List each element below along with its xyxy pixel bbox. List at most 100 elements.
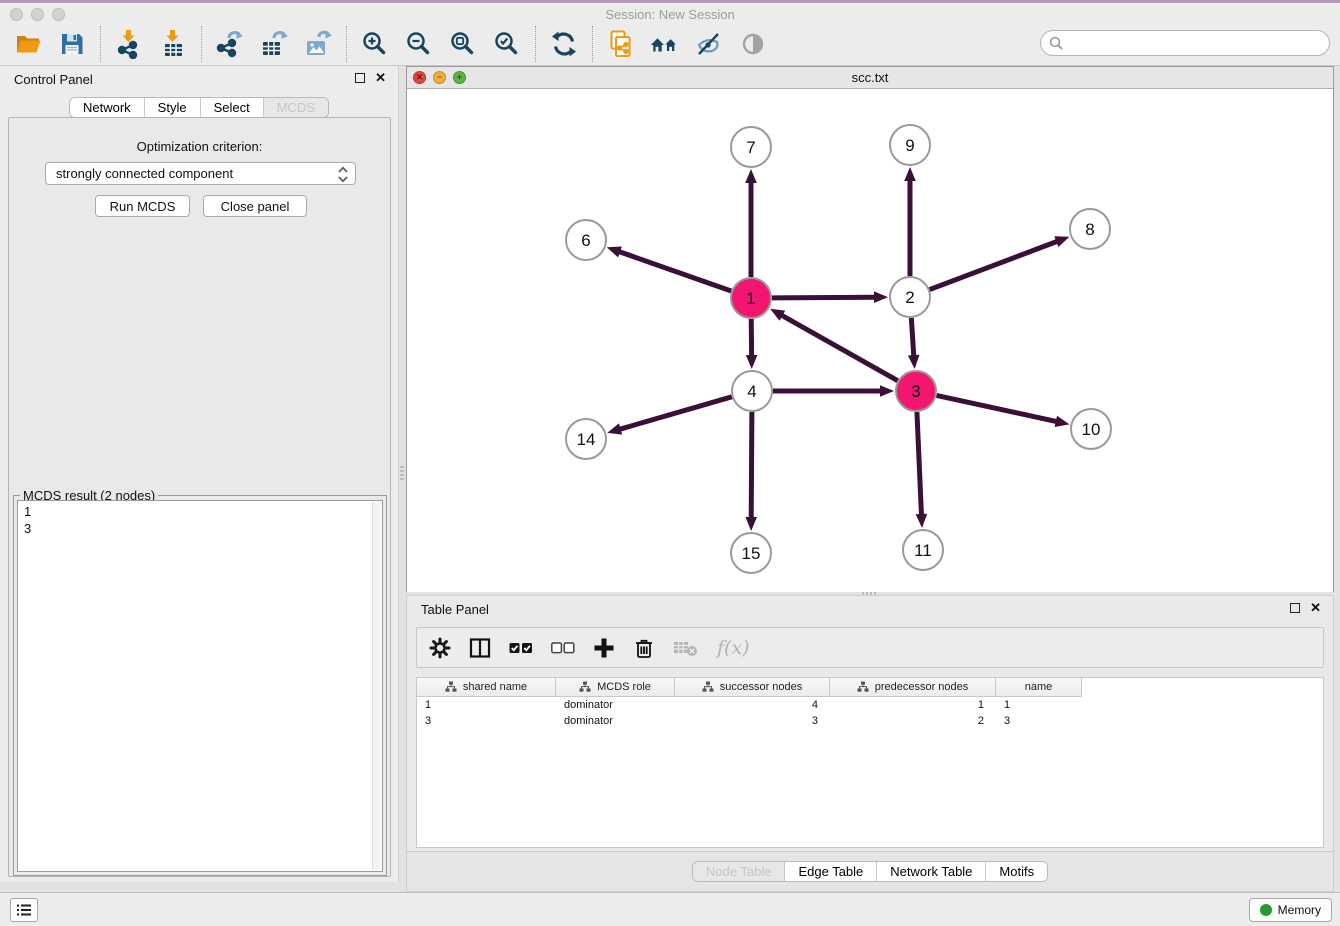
graph-node-11[interactable]: 11 (903, 530, 943, 570)
export-table-icon[interactable] (258, 28, 290, 60)
table-cell[interactable]: dominator (556, 715, 675, 727)
column-header-name[interactable]: name (996, 678, 1082, 697)
graph-node-7[interactable]: 7 (731, 127, 771, 167)
apply-layout-icon[interactable] (548, 28, 580, 60)
zoom-in-icon[interactable] (359, 28, 391, 60)
tab-style[interactable]: Style (145, 98, 201, 117)
graph-edge-1-7[interactable] (745, 169, 757, 277)
graph-edge-1-2[interactable] (772, 291, 888, 303)
zoom-out-icon[interactable] (403, 28, 435, 60)
zoom-fit-icon[interactable] (447, 28, 479, 60)
graph-edge-1-4[interactable] (746, 319, 758, 369)
add-column-icon[interactable] (593, 635, 615, 661)
table-cell[interactable]: dominator (556, 699, 675, 711)
export-image-icon[interactable] (302, 28, 334, 60)
close-panel-button[interactable]: Close panel (203, 195, 307, 217)
graph-edge-2-8[interactable] (930, 236, 1070, 289)
graph-edge-3-11[interactable] (916, 412, 928, 528)
table-cell[interactable]: 1 (830, 699, 996, 711)
deselect-all-icon[interactable] (551, 635, 575, 661)
graph-node-10[interactable]: 10 (1071, 409, 1111, 449)
graph-edge-4-14[interactable] (607, 397, 732, 435)
tab-mcds[interactable]: MCDS (264, 98, 328, 117)
graph-edge-2-9[interactable] (904, 167, 916, 276)
status-bar: Memory (0, 892, 1340, 926)
close-panel-icon[interactable]: ✕ (375, 73, 386, 83)
network-canvas[interactable]: 7 9 6 8 1 2 4 3 14 10 15 11 (407, 89, 1333, 592)
table-cell[interactable]: 1 (996, 699, 1082, 711)
column-header-mcds-role[interactable]: MCDS role (556, 678, 675, 697)
tab-network[interactable]: Network (70, 98, 145, 117)
table-header-row: shared name MCDS role successor nodes prede… (417, 678, 1323, 697)
hide-style-icon[interactable] (693, 28, 725, 60)
import-table-icon[interactable] (157, 28, 189, 60)
graph-edge-4-15[interactable] (745, 412, 757, 531)
tab-motifs[interactable]: Motifs (986, 862, 1047, 881)
graph-node-8[interactable]: 8 (1070, 209, 1110, 249)
tab-select[interactable]: Select (201, 98, 264, 117)
graph-node-9[interactable]: 9 (890, 125, 930, 165)
graph-edge-4-3[interactable] (773, 385, 894, 397)
float-panel-icon[interactable] (1290, 603, 1300, 613)
graph-edge-1-6[interactable] (607, 246, 731, 291)
network-view-window: ✕ − + scc.txt 7 9 6 8 1 2 4 3 14 10 15 11 (406, 66, 1334, 592)
column-header-shared-name[interactable]: shared name (417, 678, 556, 697)
table-cell[interactable]: 1 (417, 699, 556, 711)
network-window-titlebar[interactable]: ✕ − + scc.txt (407, 67, 1333, 89)
graph-node-label: 9 (905, 136, 914, 155)
open-session-icon[interactable] (12, 28, 44, 60)
table-cell[interactable]: 3 (417, 715, 556, 727)
mcds-result-textarea[interactable]: 13 (17, 500, 383, 872)
zoom-selected-icon[interactable] (491, 28, 523, 60)
import-network-icon[interactable] (113, 28, 145, 60)
graph-node-3[interactable]: 3 (896, 371, 936, 411)
graph-node-label: 4 (747, 382, 756, 401)
tab-network-table[interactable]: Network Table (877, 862, 986, 881)
table-cell[interactable]: 3 (996, 715, 1082, 727)
graph-node-1[interactable]: 1 (731, 278, 771, 318)
table-settings-gear-icon[interactable] (429, 635, 451, 661)
close-panel-icon[interactable]: ✕ (1310, 603, 1321, 613)
graph-node-14[interactable]: 14 (566, 419, 606, 459)
function-builder-icon-disabled: f(x) (717, 635, 750, 661)
select-all-icon[interactable] (509, 635, 533, 661)
task-history-button[interactable] (10, 898, 38, 922)
export-network-icon[interactable] (214, 28, 246, 60)
column-header-successor-nodes[interactable]: successor nodes (675, 678, 830, 697)
clone-network-icon[interactable] (605, 28, 637, 60)
table-row[interactable]: 3dominator323 (417, 713, 1323, 729)
graph-edge-3-1[interactable] (770, 309, 898, 381)
column-header-label: MCDS role (597, 681, 651, 693)
memory-button[interactable]: Memory (1249, 898, 1332, 922)
graph-node-2[interactable]: 2 (890, 277, 930, 317)
table-body: 1dominator4113dominator323 (417, 697, 1323, 729)
tab-edge-table[interactable]: Edge Table (785, 862, 877, 881)
show-columns-icon[interactable] (469, 635, 491, 661)
float-panel-icon[interactable] (355, 73, 365, 83)
graph-edge-3-10[interactable] (937, 395, 1070, 427)
graph-node-6[interactable]: 6 (566, 220, 606, 260)
table-cell[interactable]: 3 (675, 715, 830, 727)
graph-node-4[interactable]: 4 (732, 371, 772, 411)
graph-edge-2-3[interactable] (908, 318, 920, 369)
run-mcds-button[interactable]: Run MCDS (95, 195, 190, 217)
column-header-predecessor-nodes[interactable]: predecessor nodes (830, 678, 996, 697)
tab-node-table[interactable]: Node Table (693, 862, 786, 881)
show-networks-icon[interactable] (649, 28, 681, 60)
result-scrollbar[interactable] (372, 502, 381, 870)
vertical-splitter-handle[interactable] (400, 466, 404, 482)
table-row[interactable]: 1dominator411 (417, 697, 1323, 713)
graph-node-label: 1 (746, 289, 755, 308)
criterion-dropdown[interactable]: strongly connected component (45, 162, 356, 185)
search-input[interactable] (1068, 36, 1321, 51)
fx-label: f(x) (717, 637, 750, 659)
graph-node-15[interactable]: 15 (731, 533, 771, 573)
search-box[interactable] (1040, 30, 1330, 56)
delete-column-trash-icon[interactable] (633, 635, 655, 661)
column-type-icon (579, 681, 591, 693)
table-cell[interactable]: 2 (830, 715, 996, 727)
column-header-label: predecessor nodes (875, 681, 969, 693)
column-header-label: name (1025, 681, 1053, 693)
save-session-icon[interactable] (56, 28, 88, 60)
table-cell[interactable]: 4 (675, 699, 830, 711)
